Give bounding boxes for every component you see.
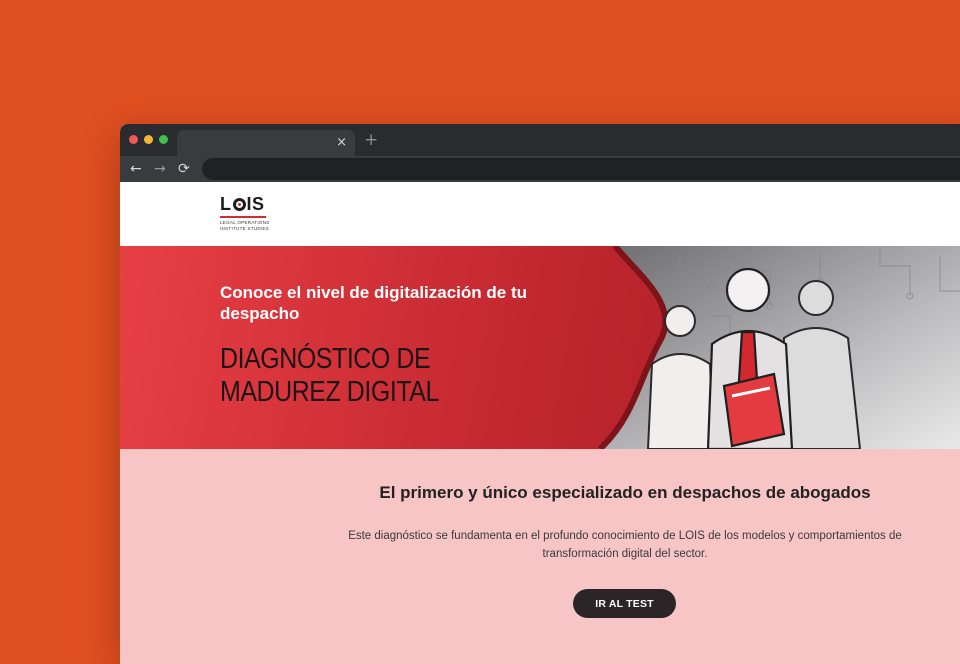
logo-wordmark: L IS [220,194,268,214]
logo-letters-is: IS [246,194,265,214]
logo-o-icon [232,197,246,211]
hero-banner: Conoce el nivel de digitalización de tu … [120,246,960,449]
lois-logo[interactable]: L IS LEGAL OPERATIONS INSTITUTE STUDIES [220,194,270,232]
section-description: Este diagnóstico se fundamenta en el pro… [348,530,902,560]
browser-tab[interactable]: × [177,130,355,156]
browser-window: × + ← → ⟳ L IS LEGAL OPERATIONS INSTITUTE… [120,124,960,664]
hero-subtitle: Conoce el nivel de digitalización de tu … [220,283,527,323]
logo-letter-l: L [220,194,232,214]
back-arrow-icon[interactable]: ← [130,159,142,179]
minimize-window-dot[interactable] [144,135,153,144]
reload-icon[interactable]: ⟳ [178,159,190,179]
logo-rule [220,216,266,218]
intro-section: El primero y único especializado en desp… [120,449,960,664]
address-bar[interactable] [202,158,960,180]
close-window-dot[interactable] [129,135,138,144]
logo-subline-2: INSTITUTE STUDIES [220,226,270,231]
tab-bar: × + [120,124,960,156]
go-to-test-button[interactable]: IR AL TEST [573,589,676,618]
browser-toolbar: ← → ⟳ [120,156,960,182]
section-title: El primero y único especializado en desp… [379,483,871,502]
plus-icon[interactable]: + [364,130,378,150]
forward-arrow-icon[interactable]: → [154,159,166,179]
site-header: L IS LEGAL OPERATIONS INSTITUTE STUDIES [120,182,960,247]
web-page: LIS LEGAL OPERATIONS INSTITUTE STUDIES [120,182,960,664]
maximize-window-dot[interactable] [159,135,168,144]
hero-title: DIAGNÓSTICO DE MADUREZ DIGITAL [220,343,439,408]
close-icon[interactable]: × [336,134,347,152]
